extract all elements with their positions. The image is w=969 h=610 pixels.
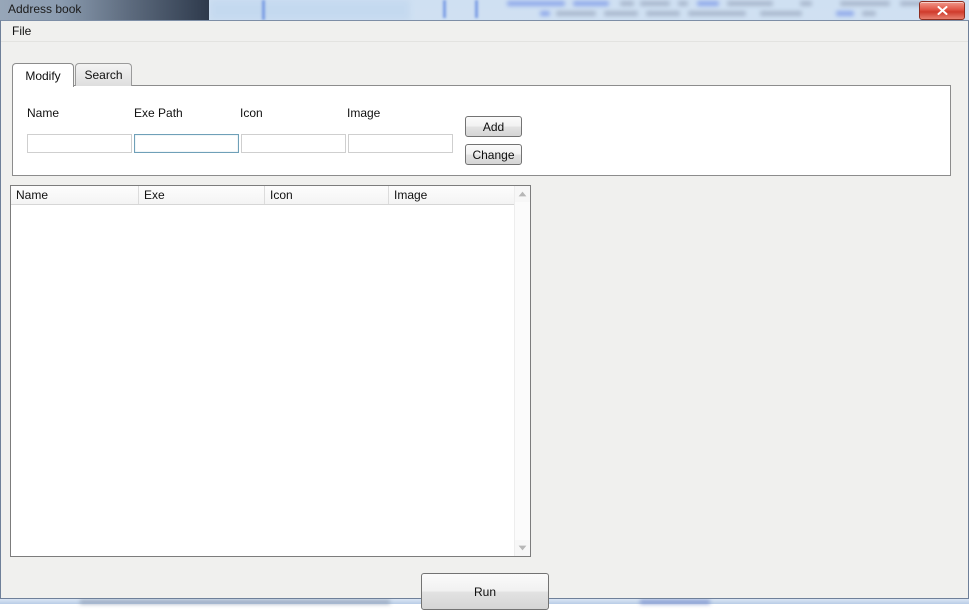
column-header-exe[interactable]: Exe: [139, 186, 265, 204]
icon-input[interactable]: [241, 134, 346, 153]
window-client-area: File Name Exe Path Icon Image Add Change…: [0, 20, 969, 610]
column-header-name[interactable]: Name: [11, 186, 139, 204]
window-title: Address book: [8, 2, 82, 16]
window-titlebar[interactable]: Address book: [0, 0, 209, 20]
column-header-image[interactable]: Image: [389, 186, 515, 204]
tab-panel-modify: Name Exe Path Icon Image Add Change: [12, 85, 951, 176]
exe-path-input[interactable]: [134, 134, 239, 153]
menu-item-file[interactable]: File: [7, 24, 36, 38]
background-bottom-shadow: [80, 600, 390, 604]
run-button[interactable]: Run: [421, 573, 549, 610]
menu-bar: File: [1, 21, 968, 42]
scroll-down-arrow-icon[interactable]: [515, 540, 530, 556]
column-header-icon[interactable]: Icon: [265, 186, 389, 204]
label-exe-path: Exe Path: [134, 106, 183, 120]
scroll-down-glyph: [518, 545, 527, 551]
image-input[interactable]: [348, 134, 453, 153]
table-body[interactable]: [11, 205, 515, 556]
scroll-up-arrow-icon[interactable]: [515, 186, 530, 202]
tab-modify[interactable]: Modify: [12, 63, 74, 87]
add-button[interactable]: Add: [465, 116, 522, 137]
label-image: Image: [347, 106, 381, 120]
scrollbar-track[interactable]: [515, 202, 530, 540]
tab-search[interactable]: Search: [75, 63, 132, 86]
entries-table: Name Exe Icon Image: [10, 185, 531, 557]
close-x-glyph: [937, 6, 947, 15]
name-input[interactable]: [27, 134, 132, 153]
scroll-up-glyph: [518, 191, 527, 197]
background-bottom-shadow: [640, 600, 710, 604]
label-icon: Icon: [240, 106, 263, 120]
close-icon[interactable]: [919, 1, 965, 20]
application-window: Address book File Name Exe Path Icon Ima…: [0, 0, 969, 610]
table-header-row: Name Exe Icon Image: [11, 186, 530, 205]
label-name: Name: [27, 106, 60, 120]
table-vertical-scrollbar[interactable]: [514, 186, 530, 556]
change-button[interactable]: Change: [465, 144, 522, 165]
